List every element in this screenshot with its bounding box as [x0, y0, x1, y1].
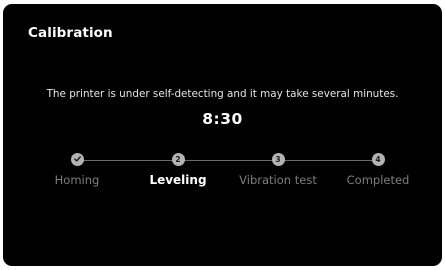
calibration-screen: Calibration The printer is under self-de… — [3, 4, 442, 266]
step-completed-label: Completed — [346, 173, 410, 187]
step-homing-indicator — [70, 153, 84, 166]
step-leveling-indicator: 2 — [171, 153, 185, 166]
progress-track — [77, 160, 378, 161]
status-message: The printer is under self-detecting and … — [46, 88, 399, 100]
step-vibration-indicator: 3 — [271, 153, 285, 166]
check-icon — [71, 156, 84, 162]
page-title: Calibration — [28, 25, 113, 41]
countdown-timer: 8:30 — [202, 110, 243, 128]
step-completed-indicator: 4 — [371, 153, 385, 166]
